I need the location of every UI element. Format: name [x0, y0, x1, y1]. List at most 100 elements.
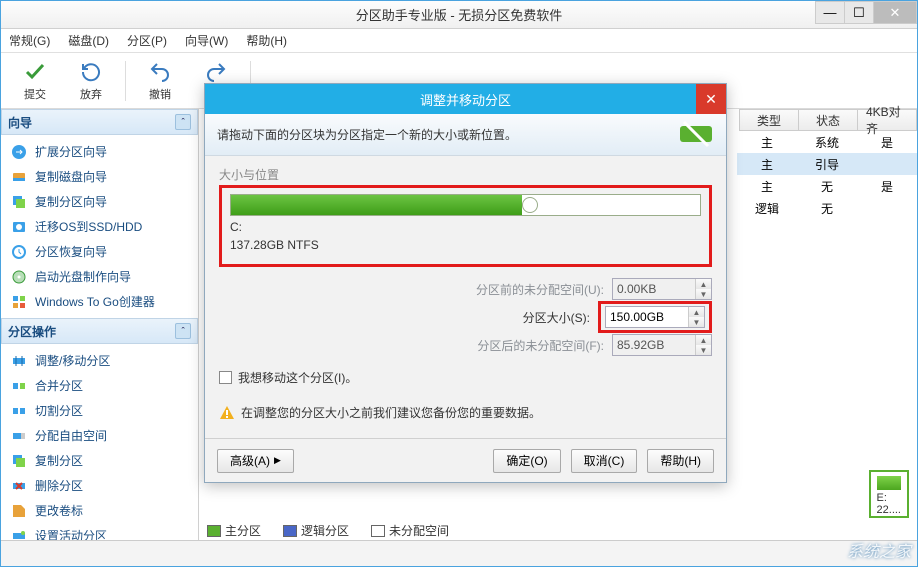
sidebar-item-active[interactable]: 设置活动分区: [1, 523, 198, 540]
windows-icon: [11, 294, 27, 310]
input-before: [613, 279, 695, 299]
warning-icon: [219, 405, 235, 421]
sidebar-item-copypart[interactable]: 复制分区向导: [1, 189, 198, 214]
maximize-button[interactable]: ☐: [844, 1, 874, 24]
disk-box[interactable]: E: 22....: [869, 470, 909, 518]
panel-wizard-head[interactable]: 向导 ˆ: [1, 109, 198, 135]
label-icon: [11, 503, 27, 519]
dialog-titlebar[interactable]: 调整并移动分区 ✕: [205, 84, 726, 114]
sidebar-item-extend[interactable]: 扩展分区向导: [1, 139, 198, 164]
sidebar-item-migrate[interactable]: 迁移OS到SSD/HDD: [1, 214, 198, 239]
sidebar-item-recover[interactable]: 分区恢复向导: [1, 239, 198, 264]
legend: 主分区 逻辑分区 未分配空间: [207, 520, 909, 540]
cancel-button[interactable]: 取消(C): [571, 449, 638, 473]
warning-row: 在调整您的分区大小之前我们建议您备份您的重要数据。: [219, 404, 712, 421]
sidebar-item-split[interactable]: 切割分区: [1, 398, 198, 423]
spin-before: ▲▼: [612, 278, 712, 300]
col-state[interactable]: 状态: [798, 109, 858, 131]
redo-icon: [204, 60, 228, 84]
help-button[interactable]: 帮助(H): [647, 449, 714, 473]
input-size[interactable]: [606, 307, 688, 327]
spin-up-icon[interactable]: ▲: [689, 307, 704, 317]
ok-button[interactable]: 确定(O): [493, 449, 560, 473]
flag-icon: [11, 528, 27, 541]
tool-commit[interactable]: 提交: [9, 58, 61, 104]
check-icon: [23, 60, 47, 84]
arrow-icon: [11, 144, 27, 160]
dialog-body: 大小与位置 C: 137.28GB NTFS 分区前的未分配空间(U): ▲▼ …: [205, 156, 726, 431]
form-rows: 分区前的未分配空间(U): ▲▼ 分区大小(S): ▲▼ 分区后的未分配空间(F…: [219, 275, 712, 359]
partition-fill: [231, 195, 522, 215]
spin-down-icon: ▼: [696, 289, 711, 299]
highlight-partition-bar: C: 137.28GB NTFS: [219, 185, 712, 267]
spin-after: ▲▼: [612, 334, 712, 356]
close-button[interactable]: ✕: [873, 1, 917, 24]
table-row[interactable]: 逻辑无: [737, 197, 917, 219]
delete-icon: [11, 478, 27, 494]
spin-up-icon: ▲: [696, 335, 711, 345]
legend-primary: 主分区: [207, 522, 261, 539]
chevron-up-icon[interactable]: ˆ: [175, 323, 191, 339]
spin-up-icon: ▲: [696, 279, 711, 289]
split-icon: [11, 403, 27, 419]
chevron-right-icon: ▶: [274, 455, 281, 466]
window-controls: — ☐ ✕: [816, 1, 917, 24]
dialog-close-button[interactable]: ✕: [696, 84, 726, 114]
checkbox-icon[interactable]: [219, 371, 232, 384]
sidebar-item-wintogo[interactable]: Windows To Go创建器: [1, 289, 198, 314]
tool-undo[interactable]: 撤销: [134, 58, 186, 104]
menu-partition[interactable]: 分区(P): [127, 32, 167, 49]
chevron-up-icon[interactable]: ˆ: [175, 114, 191, 130]
menu-wizard[interactable]: 向导(W): [185, 32, 228, 49]
row-after: 分区后的未分配空间(F): ▲▼: [219, 331, 712, 359]
menu-disk[interactable]: 磁盘(D): [68, 32, 109, 49]
dialog-header: 请拖动下面的分区块为分区指定一个新的大小或新位置。: [205, 114, 726, 156]
disk-icon: [11, 169, 27, 185]
panel-wizard-body: 扩展分区向导 复制磁盘向导 复制分区向导 迁移OS到SSD/HDD 分区恢复向导…: [1, 135, 198, 318]
sidebar-item-resize[interactable]: 调整/移动分区: [1, 348, 198, 373]
legend-logical: 逻辑分区: [283, 522, 349, 539]
dialog-instruction: 请拖动下面的分区块为分区指定一个新的大小或新位置。: [217, 126, 517, 143]
minimize-button[interactable]: —: [815, 1, 845, 24]
slider-handle[interactable]: [522, 197, 538, 213]
col-type[interactable]: 类型: [739, 109, 799, 131]
partition-name: C:: [230, 220, 701, 234]
dialog-title: 调整并移动分区: [420, 90, 511, 109]
toolbar-separator: [125, 61, 126, 101]
recover-icon: [11, 244, 27, 260]
sidebar-item-copydisk[interactable]: 复制磁盘向导: [1, 164, 198, 189]
disk-strip: E: 22....: [869, 470, 909, 518]
titlebar: 分区助手专业版 - 无损分区免费软件 — ☐ ✕: [1, 1, 917, 29]
spin-down-icon[interactable]: ▼: [689, 317, 704, 327]
tool-discard[interactable]: 放弃: [65, 58, 117, 104]
sidebar-item-copy[interactable]: 复制分区: [1, 448, 198, 473]
resize-dialog: 调整并移动分区 ✕ 请拖动下面的分区块为分区指定一个新的大小或新位置。 大小与位…: [204, 83, 727, 483]
input-after: [613, 335, 695, 355]
menu-general[interactable]: 常规(G): [9, 32, 50, 49]
col-align[interactable]: 4KB对齐: [857, 109, 917, 131]
spin-size[interactable]: ▲▼: [605, 306, 705, 328]
grid-header: 类型 状态 4KB对齐: [740, 109, 917, 131]
table-row[interactable]: 主无是: [737, 175, 917, 197]
status-bar: [1, 540, 917, 566]
partition-icon: [678, 120, 714, 148]
partition-slider[interactable]: [230, 194, 701, 216]
sidebar-item-delete[interactable]: 删除分区: [1, 473, 198, 498]
highlight-size-input: ▲▼: [598, 301, 712, 333]
table-row[interactable]: 主系统是: [737, 131, 917, 153]
sidebar-item-bootdisc[interactable]: 启动光盘制作向导: [1, 264, 198, 289]
sidebar-item-label[interactable]: 更改卷标: [1, 498, 198, 523]
advanced-button[interactable]: 高级(A)▶: [217, 449, 294, 473]
menu-help[interactable]: 帮助(H): [246, 32, 287, 49]
row-size: 分区大小(S): ▲▼: [219, 303, 712, 331]
disk-bar: [877, 476, 901, 490]
sidebar-item-merge[interactable]: 合并分区: [1, 373, 198, 398]
table-row[interactable]: 主引导: [737, 153, 917, 175]
panel-ops-head[interactable]: 分区操作 ˆ: [1, 318, 198, 344]
copy-icon: [11, 453, 27, 469]
sidebar-item-allocate[interactable]: 分配自由空间: [1, 423, 198, 448]
merge-icon: [11, 378, 27, 394]
ssd-icon: [11, 219, 27, 235]
checkbox-move[interactable]: 我想移动这个分区(I)。: [219, 369, 712, 386]
resize-icon: [11, 353, 27, 369]
